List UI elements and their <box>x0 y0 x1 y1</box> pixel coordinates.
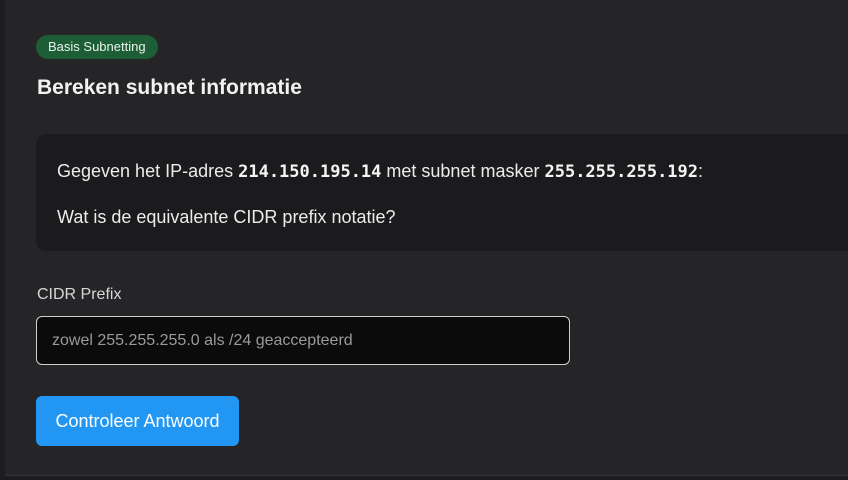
category-badge: Basis Subnetting <box>36 35 158 59</box>
question-prefix: Gegeven het IP-adres <box>57 161 239 181</box>
question-suffix: : <box>698 161 704 181</box>
question-middle: met subnet masker <box>381 161 545 181</box>
question-text: Gegeven het IP-adres 214.150.195.14 met … <box>57 159 703 184</box>
ip-address: 214.150.195.14 <box>238 162 382 182</box>
subnet-mask: 255.255.255.192 <box>544 162 699 182</box>
cidr-prefix-label: CIDR Prefix <box>37 286 122 303</box>
question-prompt: Wat is de equivalente CIDR prefix notati… <box>57 207 396 227</box>
question-box: Gegeven het IP-adres 214.150.195.14 met … <box>36 134 848 251</box>
cidr-prefix-input[interactable] <box>36 316 570 365</box>
check-answer-button[interactable]: Controleer Antwoord <box>36 396 239 446</box>
page-title: Bereken subnet informatie <box>37 76 302 99</box>
exercise-card: Basis Subnetting Bereken subnet informat… <box>5 0 848 476</box>
